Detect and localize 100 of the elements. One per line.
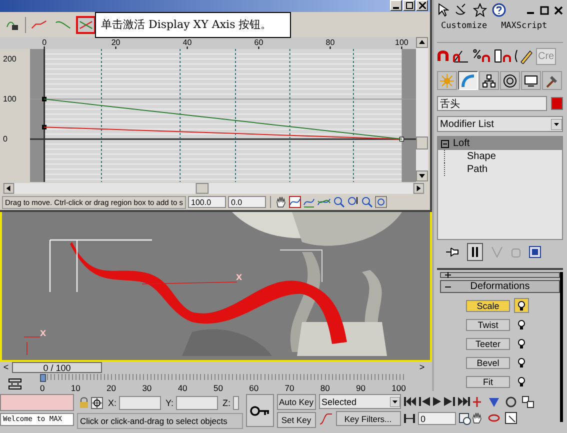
- frame-scrollbar-thumb[interactable]: 0 / 100: [12, 362, 102, 373]
- frame-tick-label: 80: [320, 383, 330, 393]
- coordinate-field[interactable]: [176, 396, 218, 410]
- script-listener-field[interactable]: [0, 394, 74, 411]
- key-filters-button[interactable]: Key Filters...: [336, 411, 400, 426]
- close-icon[interactable]: [554, 6, 563, 14]
- configure-icon[interactable]: [529, 246, 541, 258]
- percent-snap-icon[interactable]: [473, 49, 491, 63]
- zoom-horizontal-curve-icon[interactable]: [303, 196, 315, 208]
- rollout-header[interactable]: Deformations: [440, 280, 560, 293]
- deformation-curve[interactable]: [44, 99, 402, 140]
- set-key-button[interactable]: Set Key: [277, 412, 316, 428]
- previous-frame-icon[interactable]: [418, 397, 430, 406]
- zoom-horizontal-icon[interactable]: [333, 196, 345, 208]
- auto-key-button[interactable]: Auto Key: [277, 394, 316, 410]
- maximize-icon[interactable]: [540, 6, 549, 14]
- go-to-start-icon[interactable]: [404, 397, 416, 406]
- menu-item[interactable]: Customize: [441, 21, 488, 31]
- deformation-button[interactable]: Bevel: [466, 356, 510, 368]
- maximize-button[interactable]: [403, 0, 415, 12]
- current-frame-field[interactable]: 0: [418, 412, 456, 425]
- object-color-swatch[interactable]: [551, 97, 563, 110]
- command-tab[interactable]: [479, 71, 499, 90]
- bulb-toggle[interactable]: [514, 298, 529, 313]
- help-icon[interactable]: [492, 3, 506, 17]
- coordinate-field[interactable]: [118, 396, 161, 410]
- y-axis-label: 0: [3, 135, 8, 144]
- x-tick-label: 60: [254, 38, 264, 48]
- spinner-snap-icon[interactable]: [494, 49, 512, 63]
- frame-tick-label: 90: [356, 383, 366, 393]
- zoom-region-icon[interactable]: [375, 196, 387, 208]
- frame-tick-label: 10: [70, 383, 80, 393]
- vertical-scrollbar-drawing[interactable]: [416, 37, 428, 182]
- close-button[interactable]: [416, 0, 428, 12]
- scene-drawing: x x: [24, 212, 402, 356]
- lock-icon[interactable]: [79, 396, 89, 408]
- show-end-result-button[interactable]: [467, 243, 483, 261]
- modifier-list-dropdown[interactable]: Modifier List: [437, 116, 563, 132]
- bulb-icon: [518, 338, 525, 348]
- x-tick-label: 20: [111, 38, 121, 48]
- minus-icon: [445, 284, 451, 290]
- modifier-stack-item[interactable]: Loft: [438, 137, 562, 150]
- ruler-tick: 0: [42, 38, 47, 50]
- panel-scrollbar-drawing[interactable]: [560, 272, 563, 422]
- x-tick-label: 40: [182, 38, 192, 48]
- zoom-icon[interactable]: [361, 196, 373, 208]
- coordinate-label: X:: [108, 398, 117, 408]
- pan-hand-icon[interactable]: [275, 196, 287, 208]
- control-point[interactable]: [42, 125, 47, 130]
- plus-icon: [445, 272, 451, 278]
- play-icon[interactable]: [432, 397, 440, 406]
- pan-hand-icon[interactable]: [470, 412, 482, 424]
- frame-tick-label: 40: [178, 383, 188, 393]
- frame-tick-label: 100: [392, 383, 406, 393]
- callout: 单击激活 Display XY Axis 按钮。: [95, 12, 291, 38]
- crosshair-icon[interactable]: [91, 396, 103, 408]
- pin-icon[interactable]: [445, 246, 459, 258]
- pencil-icon[interactable]: [515, 48, 533, 64]
- command-tab[interactable]: [500, 71, 520, 90]
- previous-frame-button[interactable]: <: [0, 362, 12, 373]
- rollout-header[interactable]: [440, 272, 560, 278]
- expander-icon[interactable]: [441, 140, 449, 148]
- frame-scrollbar[interactable]: < 0 / 100 >: [0, 362, 428, 373]
- value-field[interactable]: 100.0: [188, 196, 226, 208]
- go-to-end-icon[interactable]: [458, 397, 470, 406]
- angle-snap-icon[interactable]: [452, 49, 470, 63]
- dialog-title-bar[interactable]: [0, 0, 430, 12]
- cursor-icon[interactable]: [437, 3, 449, 17]
- next-frame-button[interactable]: >: [416, 362, 428, 373]
- set-key-toggle-button[interactable]: [246, 394, 274, 427]
- command-tab[interactable]: [521, 71, 541, 90]
- tangent-curve-icon[interactable]: [318, 412, 332, 424]
- coordinate-field[interactable]: [232, 396, 239, 410]
- menu-item[interactable]: MAXScript: [501, 21, 548, 31]
- track-bar-toggle-icon[interactable]: [8, 378, 22, 390]
- star-icon[interactable]: [473, 3, 487, 17]
- deformation-button[interactable]: Teeter: [466, 338, 510, 350]
- current-frame-marker[interactable]: [40, 374, 46, 382]
- value-field[interactable]: 0.0: [228, 196, 266, 208]
- minimize-button[interactable]: [390, 0, 402, 12]
- zoom-region-icon[interactable]: [504, 412, 516, 424]
- time-config-icon[interactable]: [458, 412, 470, 424]
- control-point[interactable]: [42, 97, 47, 102]
- track-bar[interactable]: 0 10 20 30 40 50 60 70 80 90 100: [40, 374, 406, 393]
- key-mode-dropdown[interactable]: Selected: [318, 394, 400, 409]
- magnet-icon[interactable]: [437, 50, 449, 62]
- zoom-extents-curve-icon[interactable]: [289, 196, 301, 208]
- command-tab[interactable]: [458, 71, 478, 90]
- toolbar-button[interactable]: [76, 16, 96, 34]
- deformation-button[interactable]: Fit: [466, 376, 510, 388]
- deformation-button[interactable]: Twist: [466, 318, 510, 330]
- key-mode-icon[interactable]: [404, 414, 414, 423]
- object-name-field[interactable]: 舌头: [437, 96, 547, 111]
- next-frame-icon[interactable]: [444, 397, 454, 406]
- hammer-icon: [545, 74, 559, 88]
- sub-object-item[interactable]: Path: [444, 163, 562, 176]
- maximize-viewport-icon[interactable]: [522, 396, 534, 408]
- deformation-button[interactable]: Scale: [466, 300, 510, 312]
- frame-tick-label: 0: [40, 383, 45, 393]
- sub-object-item[interactable]: Shape: [444, 150, 562, 163]
